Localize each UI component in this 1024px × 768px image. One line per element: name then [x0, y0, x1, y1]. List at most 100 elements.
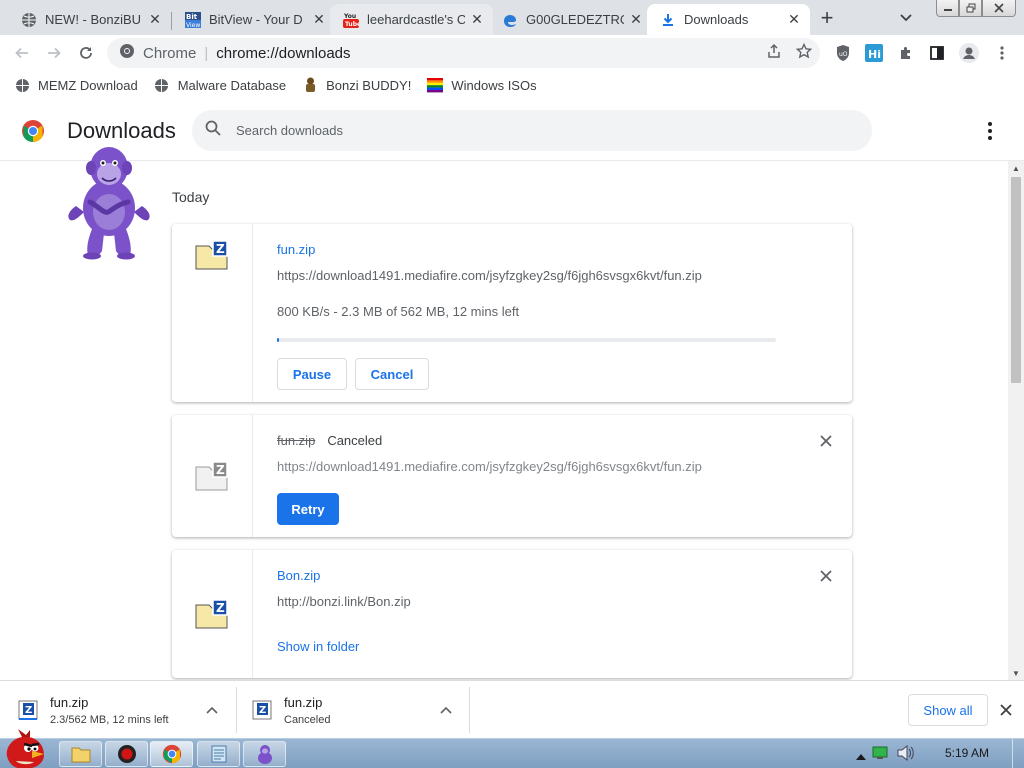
taskbar-clock[interactable]: 5:19 AM	[945, 746, 989, 760]
close-icon[interactable]: ✕	[628, 11, 644, 28]
remove-from-list-icon[interactable]	[816, 566, 836, 586]
page-scrollbar[interactable]: ▲ ▼	[1008, 161, 1024, 680]
shelf-divider	[469, 687, 470, 733]
bookmark-memz-download[interactable]: MEMZ Download	[14, 77, 138, 93]
youtube-icon: YouTube	[343, 12, 359, 28]
download-shelf: Z fun.zip 2.3/562 MB, 12 mins left Z fun…	[0, 680, 1024, 738]
pause-button[interactable]: Pause	[277, 358, 347, 390]
taskbar-chrome-button[interactable]	[150, 741, 193, 767]
zip-file-icon: Z	[252, 700, 272, 720]
tab-bitview[interactable]: Bit View BitView - Your D ✕	[172, 4, 335, 35]
tab-bonzibuddy[interactable]: NEW! - BonziBU ✕	[8, 4, 171, 35]
file-name: fun.zip	[277, 433, 316, 448]
bookmark-malware-database[interactable]: Malware Database	[154, 77, 286, 93]
zip-file-icon[interactable]: Z	[195, 599, 229, 629]
tab-googledeztro[interactable]: G00GLEDEZTRO ✕	[489, 4, 652, 35]
svg-text:Z: Z	[216, 242, 225, 256]
progress-text: 800 KB/s - 2.3 MB of 562 MB, 12 mins lef…	[277, 304, 520, 319]
side-panel-icon[interactable]	[927, 43, 947, 63]
volume-icon[interactable]	[896, 744, 914, 766]
new-tab-button[interactable]: +	[815, 5, 839, 30]
shelf-item-canceled[interactable]: Z fun.zip Canceled	[252, 687, 464, 733]
file-name-link[interactable]: fun.zip	[277, 242, 315, 257]
tab-search-button[interactable]	[894, 6, 918, 30]
svg-text:You: You	[343, 13, 356, 20]
zip-file-icon-grayed: Z	[195, 461, 228, 491]
browser-menu-icon[interactable]	[992, 43, 1012, 63]
close-shelf-icon[interactable]	[996, 700, 1016, 720]
ublock-icon[interactable]: uO	[833, 43, 853, 63]
show-in-folder-link[interactable]: Show in folder	[277, 639, 359, 654]
shelf-file-status: 2.3/562 MB, 12 mins left	[50, 713, 169, 726]
window-close-button[interactable]	[982, 0, 1016, 17]
bookmark-bonzi-buddy[interactable]: Bonzi BUDDY!	[302, 77, 411, 93]
taskbar-bonzi-button[interactable]	[243, 741, 286, 767]
file-icon-cell: Z	[172, 550, 253, 678]
minimize-button[interactable]	[936, 0, 959, 17]
network-icon[interactable]	[872, 746, 890, 765]
shelf-item-downloading[interactable]: Z fun.zip 2.3/562 MB, 12 mins left	[18, 687, 230, 733]
more-actions-icon[interactable]	[978, 119, 1002, 143]
bitview-icon: Bit View	[185, 11, 201, 28]
source-url[interactable]: https://download1491.mediafire.com/jsyfz…	[277, 268, 702, 283]
tab-downloads[interactable]: Downloads ✕	[647, 4, 810, 35]
close-icon[interactable]: ✕	[311, 11, 327, 28]
globe-icon	[154, 77, 170, 93]
tab-youtube[interactable]: YouTube leehardcastle's C ✕	[330, 4, 493, 35]
status-badge: Canceled	[327, 433, 383, 448]
source-url[interactable]: http://bonzi.link/Bon.zip	[277, 594, 411, 609]
record-icon	[117, 745, 136, 763]
chevron-up-icon[interactable]	[436, 700, 456, 720]
shelf-divider	[236, 687, 237, 733]
source-url[interactable]: https://download1491.mediafire.com/jsyfz…	[277, 459, 702, 474]
arrow-left-icon	[15, 47, 28, 59]
close-icon[interactable]: ✕	[147, 11, 163, 28]
svg-text:Z: Z	[216, 463, 225, 477]
windows-icon	[427, 77, 444, 93]
svg-text:Bit: Bit	[186, 13, 198, 21]
taskbar-notepad-button[interactable]	[197, 741, 240, 767]
scroll-up-arrow-icon[interactable]: ▲	[1008, 161, 1024, 175]
remove-from-list-icon[interactable]	[816, 431, 836, 451]
bookmark-star-icon[interactable]	[795, 42, 813, 63]
arrow-right-icon	[48, 47, 61, 59]
scrollbar-thumb[interactable]	[1011, 177, 1021, 383]
scroll-down-arrow-icon[interactable]: ▼	[1008, 666, 1024, 680]
reload-button[interactable]	[72, 39, 100, 67]
bookmark-windows-isos[interactable]: Windows ISOs	[427, 77, 537, 93]
zip-file-icon[interactable]: Z	[195, 240, 229, 270]
back-button[interactable]	[8, 39, 36, 67]
bookmarks-bar: MEMZ Download Malware Database Bonzi BUD…	[0, 71, 1024, 99]
search-input[interactable]	[236, 123, 836, 138]
show-all-button[interactable]: Show all	[908, 694, 988, 726]
profile-icon[interactable]	[959, 43, 979, 63]
bonzi-icon	[257, 745, 272, 764]
restore-button[interactable]	[959, 0, 982, 17]
download-item-canceled: Z fun.zip Canceled https://download1491.…	[172, 415, 852, 537]
show-desktop-button[interactable]	[1012, 739, 1024, 768]
search-icon	[204, 119, 222, 142]
taskbar-media-button[interactable]	[105, 741, 148, 767]
cancel-button[interactable]: Cancel	[355, 358, 429, 390]
tab-title: Downloads	[684, 12, 749, 27]
address-bar[interactable]: Chrome | chrome://downloads	[107, 38, 820, 68]
notepad-icon	[211, 745, 226, 763]
puzzle-icon[interactable]	[896, 43, 916, 63]
globe-icon	[21, 12, 37, 28]
browser-toolbar: Chrome | chrome://downloads uO Hi	[0, 35, 1024, 71]
forward-button[interactable]	[40, 39, 68, 67]
close-icon[interactable]: ✕	[786, 11, 802, 28]
hi-extension-icon[interactable]: Hi	[864, 43, 884, 63]
downloads-header: Downloads	[0, 99, 1024, 161]
chevron-up-icon[interactable]	[202, 700, 222, 720]
angry-bird-start-icon[interactable]	[2, 729, 48, 768]
share-icon[interactable]	[766, 43, 782, 63]
file-name-link[interactable]: Bon.zip	[277, 568, 320, 583]
close-icon[interactable]: ✕	[469, 11, 485, 28]
retry-button[interactable]: Retry	[277, 493, 339, 525]
taskbar-explorer-button[interactable]	[59, 741, 102, 767]
window-controls	[936, 0, 1016, 17]
tray-overflow-icon[interactable]	[856, 747, 866, 765]
search-box[interactable]	[192, 110, 872, 151]
tab-title: BitView - Your D	[209, 12, 303, 27]
